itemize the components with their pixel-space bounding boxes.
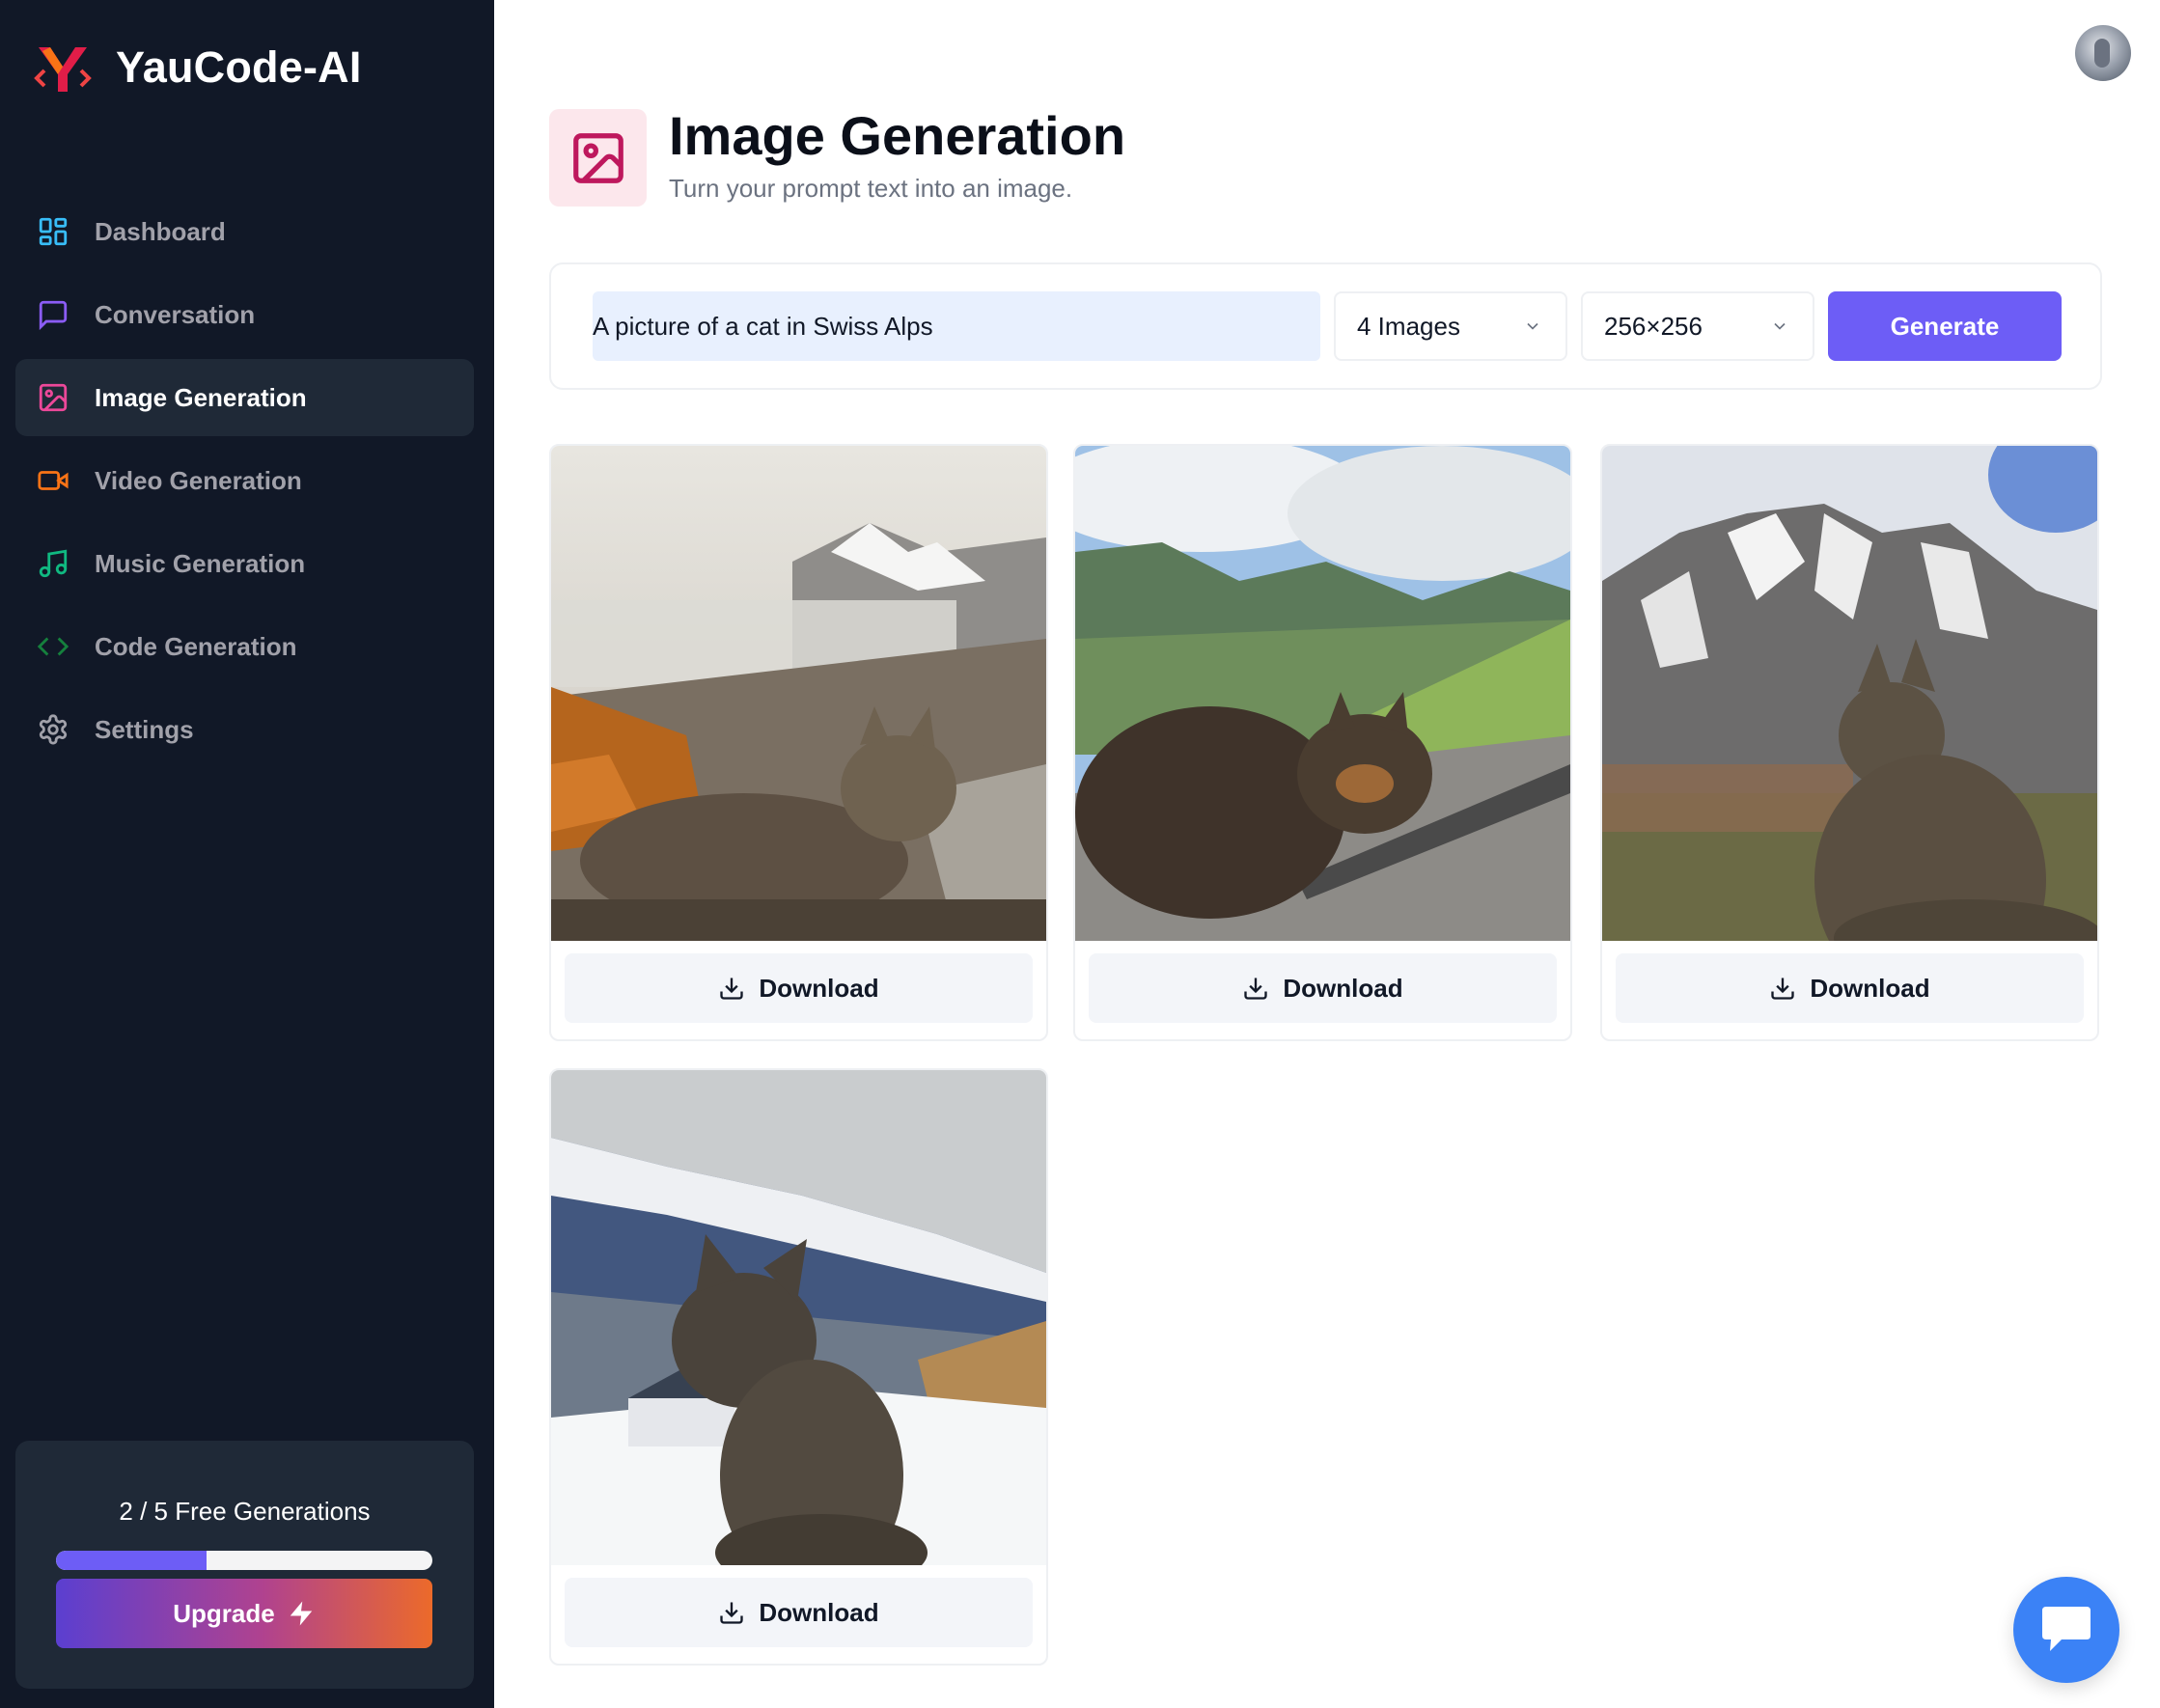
sidebar-item-label: Dashboard xyxy=(95,216,226,246)
generated-image[interactable] xyxy=(551,446,1046,941)
sidebar-item-conversation[interactable]: Conversation xyxy=(15,276,474,353)
image-icon xyxy=(37,381,69,414)
download-icon xyxy=(720,978,744,1000)
message-square-icon xyxy=(37,298,69,331)
sidebar-item-image-generation[interactable]: Image Generation xyxy=(15,359,474,436)
music-icon xyxy=(37,547,69,580)
app-name: YauCode-AI xyxy=(116,42,362,92)
sidebar-item-video-generation[interactable]: Video Generation xyxy=(15,442,474,519)
chevron-down-icon xyxy=(1774,322,1786,330)
sidebar-item-code-generation[interactable]: Code Generation xyxy=(15,608,474,685)
download-label: Download xyxy=(759,1597,879,1627)
page-subtitle: Turn your prompt text into an image. xyxy=(669,174,1073,203)
prompt-form: 4 Images 256×256 Generate xyxy=(549,262,2102,390)
download-icon xyxy=(1244,978,1268,1000)
amount-select-value: 4 Images xyxy=(1357,311,1460,341)
resolution-select[interactable]: 256×256 xyxy=(1581,291,1814,361)
download-button[interactable]: Download xyxy=(1616,953,2084,1023)
sidebar-item-music-generation[interactable]: Music Generation xyxy=(15,525,474,602)
free-generations-progress xyxy=(56,1551,432,1570)
download-icon xyxy=(720,1602,744,1624)
chevron-down-icon xyxy=(1527,322,1538,330)
chat-support-button[interactable] xyxy=(2013,1577,2119,1683)
gear-icon xyxy=(37,713,69,746)
upgrade-button[interactable]: Upgrade xyxy=(56,1579,432,1648)
image-card: Download xyxy=(549,444,1048,1041)
sidebar-item-label: Image Generation xyxy=(95,382,307,412)
free-generations-card: 2 / 5 Free Generations Upgrade xyxy=(15,1441,474,1689)
amount-select[interactable]: 4 Images xyxy=(1334,291,1567,361)
main-content: Image Generation Turn your prompt text i… xyxy=(494,0,2160,1708)
download-icon xyxy=(1771,978,1795,1000)
sidebar-item-label: Video Generation xyxy=(95,465,302,495)
sidebar-item-label: Code Generation xyxy=(95,631,297,661)
download-label: Download xyxy=(1283,973,1403,1003)
video-icon xyxy=(37,464,69,497)
generated-image[interactable] xyxy=(1075,446,1570,941)
sidebar-item-label: Conversation xyxy=(95,299,256,329)
download-label: Download xyxy=(1810,973,1930,1003)
prompt-input[interactable] xyxy=(593,291,1320,361)
free-generations-count: 2 / 5 Free Generations xyxy=(119,1497,371,1526)
code-icon xyxy=(37,630,69,663)
avatar[interactable] xyxy=(2075,25,2131,81)
chat-icon xyxy=(2042,1607,2091,1651)
image-card: Download xyxy=(1600,444,2099,1041)
sidebar: YauCode-AI Dashboard Conversation Image … xyxy=(0,0,494,1708)
progress-fill xyxy=(56,1551,207,1570)
page-title: Image Generation xyxy=(669,105,1126,166)
image-icon xyxy=(572,132,623,183)
dashboard-icon xyxy=(37,215,69,248)
zap-icon xyxy=(290,1601,312,1626)
image-card: Download xyxy=(1073,444,1572,1041)
generate-button[interactable]: Generate xyxy=(1828,291,2062,361)
download-button[interactable]: Download xyxy=(1089,953,1557,1023)
sidebar-item-label: Settings xyxy=(95,714,194,744)
download-button[interactable]: Download xyxy=(565,1578,1033,1647)
sidebar-item-label: Music Generation xyxy=(95,548,306,578)
download-button[interactable]: Download xyxy=(565,953,1033,1023)
sidebar-item-settings[interactable]: Settings xyxy=(15,691,474,768)
download-label: Download xyxy=(759,973,879,1003)
header-icon-box xyxy=(549,109,647,207)
image-card: Download xyxy=(549,1068,1048,1666)
sidebar-item-dashboard[interactable]: Dashboard xyxy=(15,193,474,270)
generated-image[interactable] xyxy=(1602,446,2097,941)
brand[interactable]: YauCode-AI xyxy=(33,37,362,98)
resolution-select-value: 256×256 xyxy=(1604,311,1703,341)
logo-icon xyxy=(34,47,92,92)
generated-image[interactable] xyxy=(551,1070,1046,1565)
upgrade-label: Upgrade xyxy=(173,1598,275,1628)
sidebar-nav: Dashboard Conversation Image Generation … xyxy=(15,193,474,774)
